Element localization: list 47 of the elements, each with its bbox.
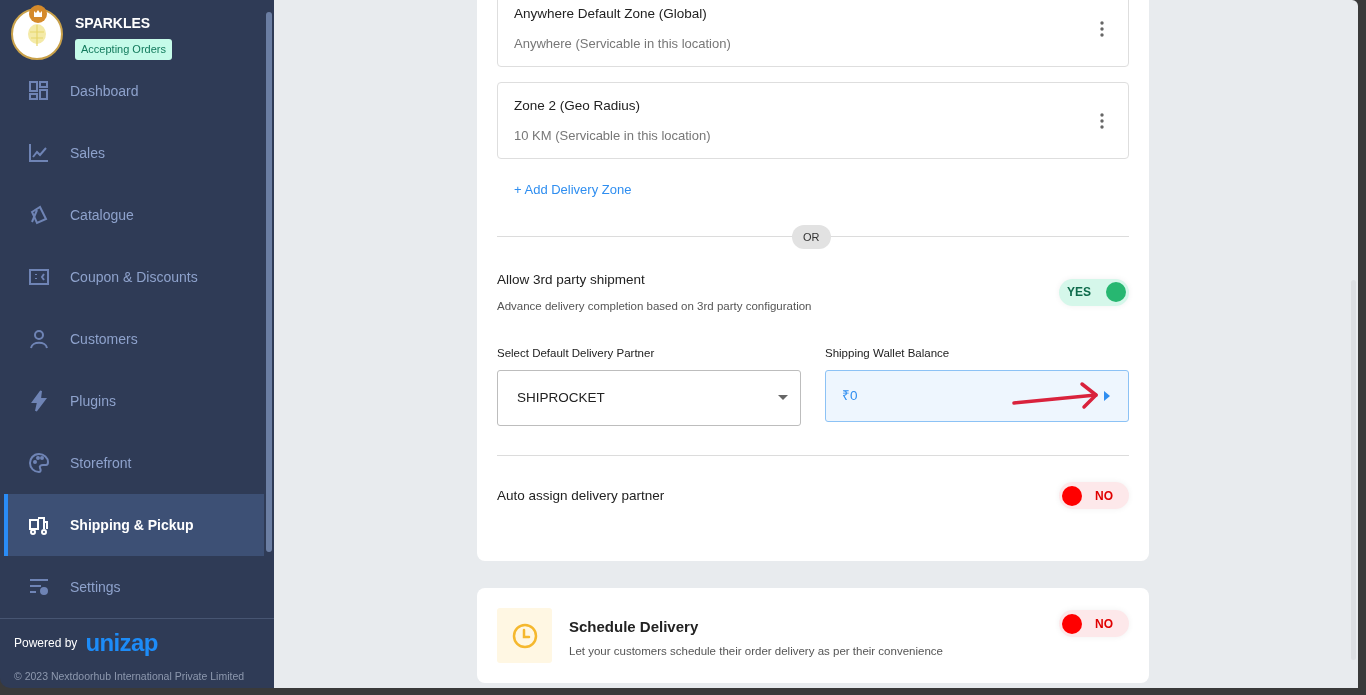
clock-icon <box>511 622 538 649</box>
dropdown-caret-icon <box>778 395 788 402</box>
settings-icon <box>28 576 50 598</box>
setting-title: Allow 3rd party shipment <box>497 270 646 289</box>
schedule-description: Let your customers schedule their order delivery as per their convenience <box>569 643 944 659</box>
person-icon <box>28 328 50 350</box>
sidebar-item[interactable]: Customers <box>4 308 264 370</box>
more-options-icon[interactable] <box>1100 112 1104 129</box>
sidebar-item[interactable]: Coupon & Discounts <box>4 246 264 308</box>
lightning-icon <box>28 390 50 412</box>
add-delivery-zone-link[interactable]: + Add Delivery Zone <box>514 180 632 200</box>
more-options-icon[interactable] <box>1100 20 1104 37</box>
delivery-icon <box>28 514 50 536</box>
sidebar-item[interactable]: Shipping & Pickup <box>4 494 264 556</box>
sidebar-item[interactable]: Plugins <box>4 370 264 432</box>
sidebar-item[interactable]: Catalogue <box>4 184 264 246</box>
setting-title: Auto assign delivery partner <box>497 486 665 505</box>
toggle-switch[interactable]: NO <box>1059 482 1129 510</box>
brand-logo: unizap <box>85 631 158 655</box>
toggle-switch[interactable]: YES <box>1059 278 1129 306</box>
ticket-icon <box>28 266 50 288</box>
zone-subtitle: 10 KM (Servicable in this location) <box>514 126 711 145</box>
setting-description: Advance delivery completion based on 3rd party configuration <box>497 298 812 314</box>
zone-title: Zone 2 (Geo Radius) <box>514 96 642 115</box>
sidebar-item[interactable]: Dashboard <box>4 60 264 122</box>
delivery-partner-select[interactable]: SHIPROCKET <box>497 370 801 427</box>
status-badge: Accepting Orders <box>75 39 172 60</box>
sidebar-item[interactable]: Sales <box>4 122 264 184</box>
powered-by-text: Powered by <box>14 635 78 652</box>
zone-subtitle: Anywhere (Servicable in this location) <box>514 34 731 53</box>
palette-icon <box>28 452 50 474</box>
zone-title: Anywhere Default Zone (Global) <box>514 4 708 23</box>
dashboard-icon <box>28 80 50 102</box>
field-label: Shipping Wallet Balance <box>825 346 951 361</box>
store-name: SPARKLES <box>75 14 152 33</box>
toggle-switch[interactable]: NO <box>1059 610 1129 638</box>
emblem-icon <box>25 22 49 48</box>
tag-icon <box>28 204 50 226</box>
sidebar-item[interactable]: Storefront <box>4 432 264 494</box>
or-divider-label: OR <box>792 224 831 249</box>
wallet-balance-field[interactable]: ₹0 <box>825 370 1129 423</box>
caret-right-icon[interactable] <box>1104 391 1110 402</box>
copyright-text: © 2023 Nextdoorhub International Private Limited <box>14 669 246 684</box>
chart-icon <box>28 142 50 164</box>
field-label: Select Default Delivery Partner <box>497 346 656 361</box>
sidebar-item[interactable]: Settings <box>4 556 264 618</box>
schedule-title: Schedule Delivery <box>569 617 700 638</box>
